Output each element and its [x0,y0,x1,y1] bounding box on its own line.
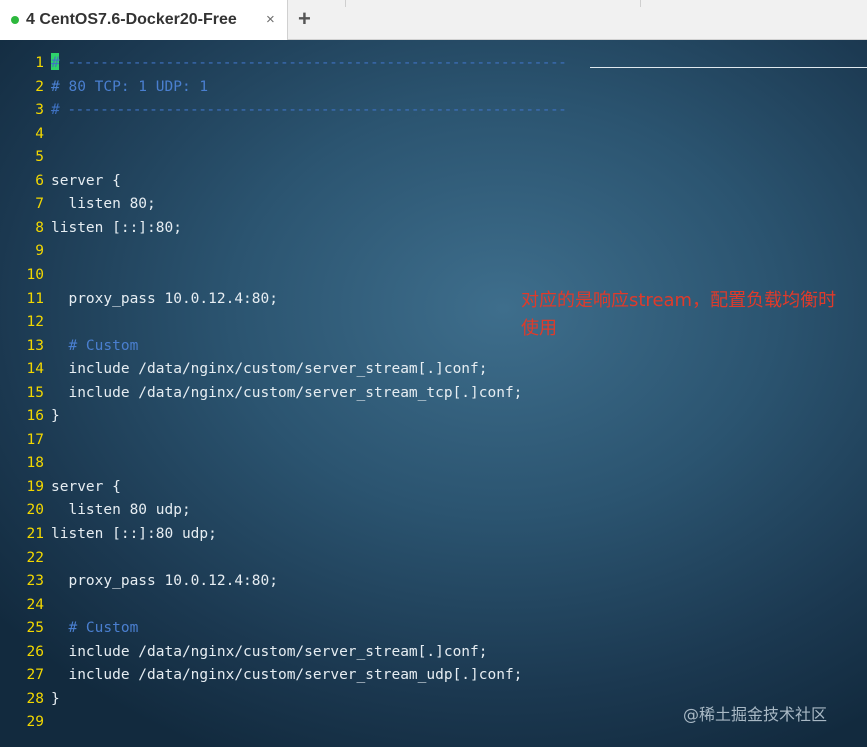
line-number: 14 [26,361,44,378]
code-line: 25 # Custom [0,617,139,641]
tab-separator [640,0,641,7]
line-number: 22 [26,549,44,566]
code-line: 6 server { [0,170,121,194]
tab-bar: 4 CentOS7.6-Docker20-Free × + [0,0,867,40]
code-line: 18 [0,452,44,476]
code-line: 1 # -------------------------------------… [0,52,567,76]
line-text: include /data/nginx/custom/server_stream… [51,643,488,660]
code-line: 21 listen [::]:80 udp; [0,523,217,547]
line-number: 24 [26,596,44,613]
line-number: 13 [26,337,44,354]
line-text-content: # --------------------------------------… [51,55,567,71]
tab-separator [345,0,346,7]
line-text: # Custom [51,337,139,354]
line-number: 6 [35,172,44,189]
line-number: 29 [26,714,44,731]
code-line: 26 include /data/nginx/custom/server_str… [0,641,488,665]
terminal-window: 4 CentOS7.6-Docker20-Free × + 1 # -------… [0,0,867,747]
line-text: server { [51,478,121,495]
code-line: 16} [0,405,60,429]
code-line: 8 listen [::]:80; [0,217,182,241]
line-number: 12 [26,314,44,331]
line-text: listen [::]:80 udp; [51,526,217,542]
line-text: # Custom [51,620,139,637]
line-text: # 80 TCP: 1 UDP: 1 [51,78,209,95]
connected-status-icon [11,16,19,24]
line-number: 10 [26,266,44,283]
code-line: 28} [0,688,60,712]
line-text: server { [51,172,121,189]
line-text: include /data/nginx/custom/server_stream… [51,361,488,378]
line-text: listen [::]:80; [51,219,182,236]
code-line: 14 include /data/nginx/custom/server_str… [0,358,488,382]
line-number: 16 [26,408,44,425]
line-number: 7 [35,196,44,213]
code-line: 22 [0,547,44,571]
line-number: 26 [26,643,44,660]
line-text: } [51,690,60,707]
terminal-pane[interactable]: 1 # -------------------------------------… [0,40,867,747]
annotation-note: 对应的是响应stream，配置负载均衡时使用 [521,290,837,339]
line-number: 27 [26,667,44,684]
session-tab[interactable]: 4 CentOS7.6-Docker20-Free × [0,0,288,40]
line-number: 20 [26,502,44,519]
code-line: 29 [0,711,44,735]
line-number: 23 [26,573,44,590]
new-tab-button[interactable]: + [298,6,311,32]
code-line: 24 [0,594,44,618]
tab-title: 4 CentOS7.6-Docker20-Free [26,11,237,28]
line-number: 2 [35,78,44,95]
line-text: include /data/nginx/custom/server_stream… [51,384,523,401]
line-number: 19 [26,478,44,495]
code-line: 2 # 80 TCP: 1 UDP: 1 [0,76,208,100]
code-line: 4 [0,123,44,147]
code-line: 9 [0,240,44,264]
code-line: 23 proxy_pass 10.0.12.4:80; [0,570,278,594]
line-text: } [51,408,60,425]
divider-line [590,67,867,68]
line-number: 4 [35,125,44,142]
line-number: 17 [26,431,44,448]
line-text: proxy_pass 10.0.12.4:80; [51,290,278,307]
code-line: 17 [0,429,44,453]
watermark: @稀土掘金技术社区 [683,705,828,724]
line-text: # --------------------------------------… [51,52,567,76]
line-text: include /data/nginx/custom/server_stream… [51,667,523,684]
line-number: 15 [26,384,44,401]
code-line: 15 include /data/nginx/custom/server_str… [0,382,523,406]
line-number: 21 [26,526,44,542]
line-text: # --------------------------------------… [51,102,567,119]
code-line: 11 proxy_pass 10.0.12.4:80; [0,288,278,312]
line-text: listen 80; [51,196,156,213]
line-number: 3 [35,102,44,119]
line-number: 5 [35,149,44,166]
line-number: 18 [26,455,44,472]
code-line: 13 # Custom [0,335,139,359]
line-text: listen 80 udp; [51,502,191,519]
line-number: 28 [26,690,44,707]
code-line: 7 listen 80; [0,193,156,217]
line-number: 8 [35,219,44,236]
line-text: proxy_pass 10.0.12.4:80; [51,573,278,590]
code-line: 20 listen 80 udp; [0,499,191,523]
line-number: 11 [26,290,44,307]
code-line: 5 [0,146,44,170]
code-line: 12 [0,311,44,335]
code-line: 27 include /data/nginx/custom/server_str… [0,664,523,688]
code-line: 19 server { [0,476,121,500]
code-line: 3 # -------------------------------------… [0,99,567,123]
close-tab-icon[interactable]: × [266,11,275,29]
code-line: 10 [0,264,44,288]
line-number: 1 [35,55,44,71]
line-number: 9 [35,243,44,260]
line-number: 25 [26,620,44,637]
